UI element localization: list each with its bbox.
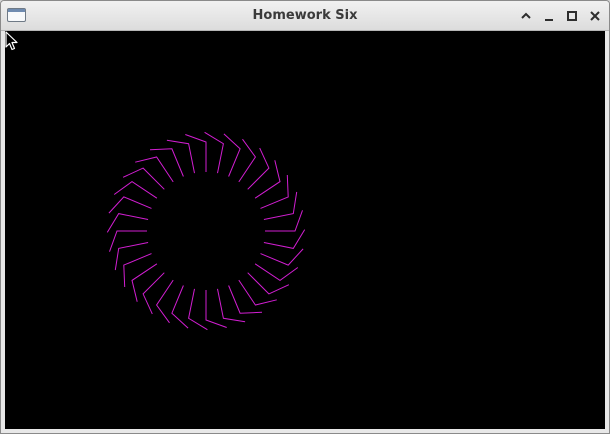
spoke-line <box>265 210 303 232</box>
title-bar[interactable]: Homework Six <box>1 1 609 31</box>
spoke-line <box>247 147 270 190</box>
window-icon[interactable] <box>7 8 26 22</box>
spoke-line <box>185 134 207 172</box>
drawing-canvas[interactable] <box>5 31 605 429</box>
spoke-line <box>155 279 174 324</box>
spoke-line <box>166 139 195 174</box>
spoke-line <box>223 133 241 177</box>
maximize-icon <box>567 11 577 21</box>
spoke-line <box>122 167 165 190</box>
spoke-line <box>238 138 257 183</box>
spoke-line <box>188 288 208 331</box>
spoke-line <box>114 242 149 271</box>
spoke-line <box>254 263 299 282</box>
close-button[interactable] <box>586 7 604 25</box>
close-icon <box>590 11 600 21</box>
spoke-line <box>171 285 189 329</box>
spoke-line <box>204 131 224 174</box>
spoke-line <box>106 213 149 233</box>
spoke-line <box>263 229 306 249</box>
spiral-drawing <box>106 131 306 331</box>
spoke-line <box>263 191 298 220</box>
maximize-button[interactable] <box>563 7 581 25</box>
chevron-up-icon <box>521 12 531 19</box>
spoke-line <box>260 248 304 266</box>
shade-button[interactable] <box>517 7 535 25</box>
spoke-line <box>217 288 246 323</box>
minimize-button[interactable] <box>540 7 558 25</box>
spoke-line <box>109 230 147 252</box>
spoke-line <box>108 196 152 214</box>
minimize-icon <box>545 19 553 21</box>
spoke-line <box>113 180 158 199</box>
spoke-line <box>205 290 227 328</box>
app-window: Homework Six <box>0 0 610 434</box>
spoke-line <box>142 272 165 315</box>
mouse-cursor-icon <box>5 31 18 51</box>
spoke-line <box>247 272 290 295</box>
